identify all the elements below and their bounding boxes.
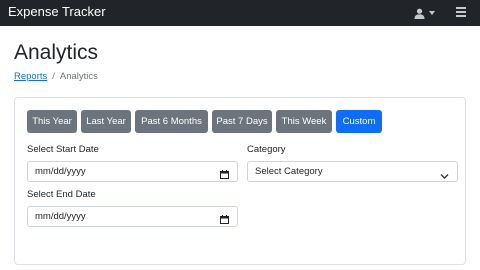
app-brand[interactable]: Expense Tracker <box>8 4 106 20</box>
filter-last-year-button[interactable]: Last Year <box>81 110 131 133</box>
start-date-placeholder: mm/dd/yyyy <box>35 166 86 177</box>
chevron-down-icon <box>440 168 449 187</box>
breadcrumb-current: Analytics <box>59 71 98 82</box>
filter-this-year-button[interactable]: This Year <box>27 110 77 133</box>
start-date-input[interactable]: mm/dd/yyyy <box>27 161 238 182</box>
filter-custom-button[interactable]: Custom <box>336 110 382 133</box>
hamburger-menu-icon[interactable] <box>456 7 466 19</box>
top-navbar: Expense Tracker <box>0 0 480 26</box>
filter-this-week-button[interactable]: This Week <box>276 110 332 133</box>
end-date-input[interactable]: mm/dd/yyyy <box>27 206 238 227</box>
calendar-icon[interactable] <box>220 167 229 186</box>
start-date-label: Select Start Date <box>27 144 99 155</box>
end-date-label: Select End Date <box>27 189 96 200</box>
breadcrumb-separator: / <box>52 71 55 82</box>
category-select[interactable]: Select Category <box>247 161 458 182</box>
filter-past-6-months-button[interactable]: Past 6 Months <box>135 110 208 133</box>
filter-past-7-days-button[interactable]: Past 7 Days <box>212 110 272 133</box>
breadcrumb: Reports / Analytics <box>14 71 98 83</box>
user-icon <box>414 8 425 19</box>
calendar-icon[interactable] <box>220 212 229 231</box>
category-label: Category <box>247 144 286 155</box>
breadcrumb-reports-link[interactable]: Reports <box>14 71 47 82</box>
page-title: Analytics <box>14 41 99 64</box>
category-selected-value: Select Category <box>255 166 323 177</box>
caret-down-icon <box>429 11 435 15</box>
end-date-placeholder: mm/dd/yyyy <box>35 211 86 222</box>
user-menu-toggle[interactable] <box>414 5 442 21</box>
